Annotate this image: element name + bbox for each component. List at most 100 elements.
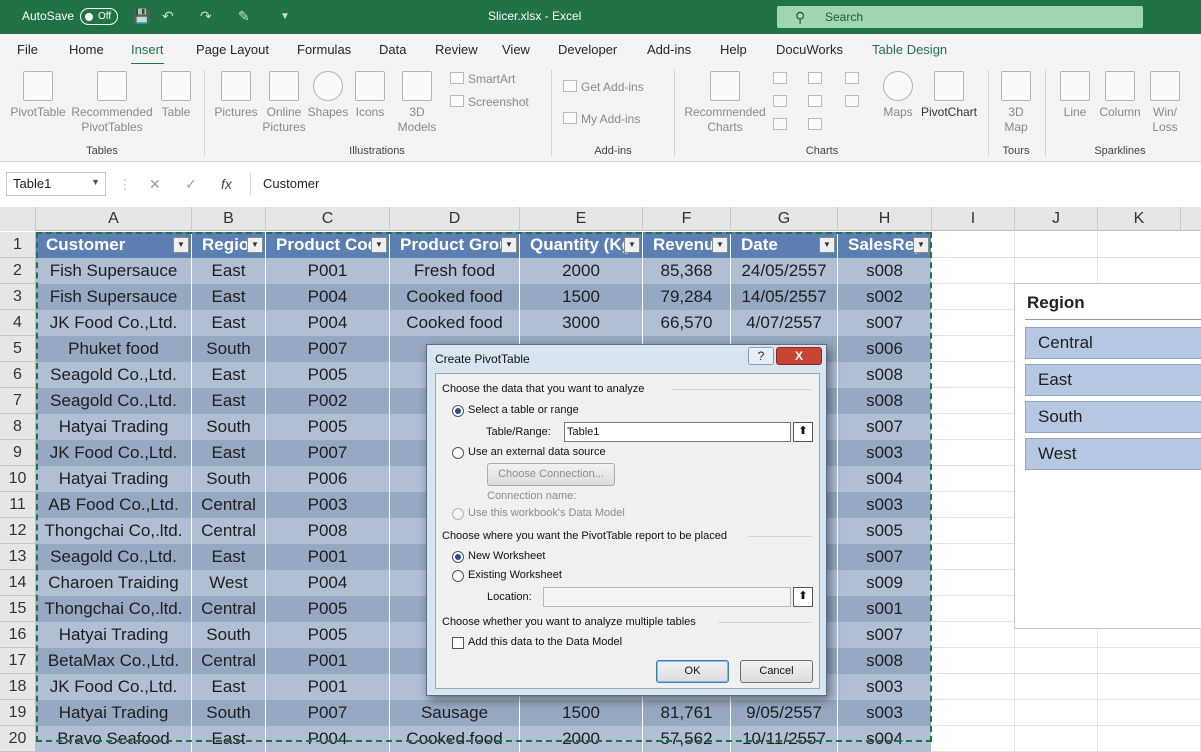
column-header[interactable]: D [390,207,520,231]
table-cell[interactable]: 81,761 [643,700,731,726]
table-cell[interactable]: AB Food Co.,Ltd. [36,492,192,518]
row-header[interactable]: 2 [0,258,36,284]
online-pictures-button[interactable]: Online Pictures [262,71,306,135]
tab-page-layout[interactable]: Page Layout [196,42,269,57]
enter-icon[interactable]: ✓ [185,176,197,193]
table-cell[interactable]: P003 [266,492,390,518]
recommended-charts-button[interactable]: Recommended Charts [682,71,768,135]
table-cell[interactable]: Fresh food [390,258,520,284]
table-cell[interactable]: Sausage [390,700,520,726]
empty-cell[interactable] [932,570,1015,596]
filter-dropdown-icon[interactable]: ▼ [371,237,387,253]
line-chart-icon[interactable] [773,95,791,110]
table-cell[interactable]: 24/05/2557 [731,258,838,284]
table-cell[interactable]: s001 [838,596,932,622]
tab-add-ins[interactable]: Add-ins [647,42,691,57]
empty-cell[interactable] [1098,674,1201,700]
table-cell[interactable]: 66,570 [643,310,731,336]
column-header[interactable]: F [643,207,731,231]
empty-cell[interactable] [1098,700,1201,726]
table-cell[interactable]: 85,368 [643,258,731,284]
tab-home[interactable]: Home [69,42,104,57]
tab-view[interactable]: View [502,42,530,57]
column-header[interactable]: E [520,207,643,231]
table-cell[interactable]: East [192,258,266,284]
table-cell[interactable]: s003 [838,492,932,518]
new-worksheet-radio[interactable] [452,551,464,563]
empty-cell[interactable] [1015,674,1098,700]
table-cell[interactable]: 4/07/2557 [731,310,838,336]
table-cell[interactable]: Central [192,596,266,622]
empty-cell[interactable] [932,440,1015,466]
table-cell[interactable]: s007 [838,622,932,648]
empty-cell[interactable] [932,284,1015,310]
table-cell[interactable]: East [192,362,266,388]
empty-cell[interactable] [1015,700,1098,726]
empty-cell[interactable] [932,466,1015,492]
tab-help[interactable]: Help [720,42,747,57]
empty-cell[interactable] [1015,726,1098,752]
table-cell[interactable]: s008 [838,648,932,674]
scatter-chart-icon[interactable] [808,118,826,133]
table-cell[interactable]: s007 [838,310,932,336]
slicer-item-west[interactable]: West [1025,438,1201,470]
table-cell[interactable]: Phuket food [36,336,192,362]
row-header[interactable]: 13 [0,544,36,570]
filter-dropdown-icon[interactable]: ▼ [913,237,929,253]
table-cell[interactable]: East [192,674,266,700]
row-header[interactable]: 12 [0,518,36,544]
collapse-dialog-icon[interactable]: ⬆ [793,587,813,607]
table-cell[interactable]: P005 [266,362,390,388]
table-cell[interactable]: South [192,336,266,362]
add-data-model-label[interactable]: Add this data to the Data Model [468,636,622,648]
table-cell[interactable]: Seagold Co.,Ltd. [36,544,192,570]
table-cell[interactable]: P001 [266,258,390,284]
table-cell[interactable]: 14/05/2557 [731,284,838,310]
table-cell[interactable]: East [192,726,266,752]
filter-dropdown-icon[interactable]: ▼ [624,237,640,253]
tab-developer[interactable]: Developer [558,42,617,57]
table-cell[interactable]: South [192,466,266,492]
tab-formulas[interactable]: Formulas [297,42,351,57]
table-button[interactable]: Table [156,71,196,120]
column-header[interactable]: H [838,207,932,231]
tab-data[interactable]: Data [379,42,406,57]
row-header[interactable]: 14 [0,570,36,596]
empty-cell[interactable] [932,336,1015,362]
row-header[interactable]: 11 [0,492,36,518]
column-header[interactable]: J [1015,207,1098,231]
empty-cell[interactable] [932,726,1015,752]
row-header[interactable]: 18 [0,674,36,700]
table-cell[interactable]: Bravo Seafood [36,726,192,752]
empty-cell[interactable] [932,388,1015,414]
combo-chart-icon[interactable] [845,95,863,110]
table-cell[interactable]: Central [192,648,266,674]
data-model-radio[interactable] [452,508,464,520]
empty-cell[interactable] [932,310,1015,336]
existing-worksheet-radio[interactable] [452,570,464,582]
insert-function-icon[interactable]: fx [221,176,232,192]
table-cell[interactable]: South [192,414,266,440]
table-cell[interactable]: South [192,622,266,648]
pie-chart-icon[interactable] [773,118,791,133]
pictures-button[interactable]: Pictures [212,71,260,120]
statistic-chart-icon[interactable] [808,95,826,110]
select-table-label[interactable]: Select a table or range [468,404,579,416]
row-header[interactable]: 19 [0,700,36,726]
filter-dropdown-icon[interactable]: ▼ [712,237,728,253]
table-cell[interactable]: Fish Supersauce [36,258,192,284]
formula-input[interactable]: Customer [250,172,1201,196]
empty-cell[interactable] [932,700,1015,726]
table-cell[interactable]: Thongchai Co,.ltd. [36,596,192,622]
table-range-input[interactable]: Table1 [564,422,791,442]
table-cell[interactable]: 2000 [520,726,643,752]
table-cell[interactable]: P001 [266,544,390,570]
table-cell[interactable]: JK Food Co.,Ltd. [36,440,192,466]
chevron-down-icon[interactable]: ▼ [91,177,100,187]
sparkline-column-button[interactable]: Column [1096,71,1144,120]
tab-insert[interactable]: Insert [131,42,164,65]
external-source-label[interactable]: Use an external data source [468,446,606,458]
empty-cell[interactable] [932,622,1015,648]
table-cell[interactable]: s007 [838,544,932,570]
table-cell[interactable]: s003 [838,700,932,726]
